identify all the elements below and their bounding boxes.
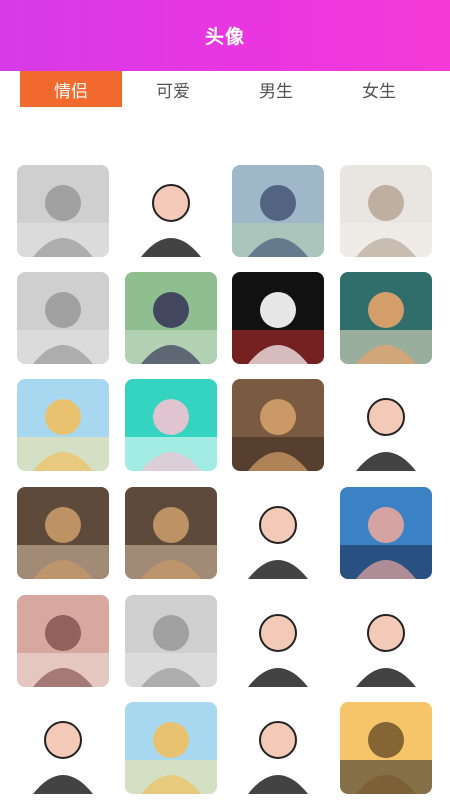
avatar-image [340,272,432,364]
tab-label: 女生 [362,81,396,102]
tab-label: 男生 [259,81,293,102]
avatar-boy-street-night-1[interactable] [17,487,109,579]
tab-boys[interactable]: 男生 [225,71,327,107]
avatar-cartoon-cat-teal[interactable] [125,379,217,471]
avatar-image [232,379,324,471]
avatar-blurry-boy-portrait[interactable] [17,165,109,257]
avatar-cartoon-weightlifter[interactable] [340,487,432,579]
avatar-image [17,595,109,687]
category-tabs: 情侣 可爱 男生 女生 [0,71,450,107]
avatar-image [232,702,324,794]
tab-cute[interactable]: 可爱 [122,71,224,107]
avatar-image [125,487,217,579]
avatar-cartoon-girl-glasses[interactable] [340,272,432,364]
tab-label: 可爱 [156,81,190,102]
avatar-boy-street-night-2[interactable] [125,487,217,579]
avatar-image [17,379,109,471]
tab-label: 情侣 [54,81,88,102]
avatar-anime-white-hair-boy[interactable] [232,272,324,364]
avatar-girl-night-lights[interactable] [232,379,324,471]
avatar-boy-triangle-art[interactable] [17,702,109,794]
avatar-image [125,165,217,257]
avatar-anime-boy-hydrangeas[interactable] [232,165,324,257]
avatar-image [125,379,217,471]
avatar-image [232,165,324,257]
tab-couple[interactable]: 情侣 [20,71,122,107]
avatar-image [125,595,217,687]
tab-girls[interactable]: 女生 [328,71,430,107]
avatar-image [232,487,324,579]
avatar-sunset-couple[interactable] [340,702,432,794]
page-title: 头像 [204,26,245,48]
avatar-cartoon-girl-red-hat[interactable] [125,165,217,257]
avatar-girl-red-bag[interactable] [125,595,217,687]
avatar-anime-girl-umbrella[interactable] [125,272,217,364]
avatar-sketch-boy-cap[interactable] [232,702,324,794]
avatar-image [17,487,109,579]
avatar-image [340,165,432,257]
avatar-girl-covering-eyes[interactable] [340,165,432,257]
avatar-girl-red-tint[interactable] [17,595,109,687]
app-header: 头像 [0,0,450,71]
avatar-anime-girl-rainbow[interactable] [125,702,217,794]
avatar-image [17,272,109,364]
avatar-sketch-boy-glasses[interactable] [232,487,324,579]
avatar-image [17,702,109,794]
avatar-cartoon-dark-hair-girl[interactable] [232,595,324,687]
avatar-image [125,702,217,794]
avatar-image [340,595,432,687]
avatar-image [340,487,432,579]
avatar-image [340,702,432,794]
avatar-image [232,272,324,364]
avatar-image [232,595,324,687]
avatar-image [340,379,432,471]
avatar-anime-boy-rainbow[interactable] [17,379,109,471]
avatar-cartoon-blue-headband[interactable] [340,595,432,687]
avatar-image [125,272,217,364]
avatar-image [17,165,109,257]
avatar-boy-hand-on-face[interactable] [17,272,109,364]
avatar-cartoon-old-man[interactable] [340,379,432,471]
